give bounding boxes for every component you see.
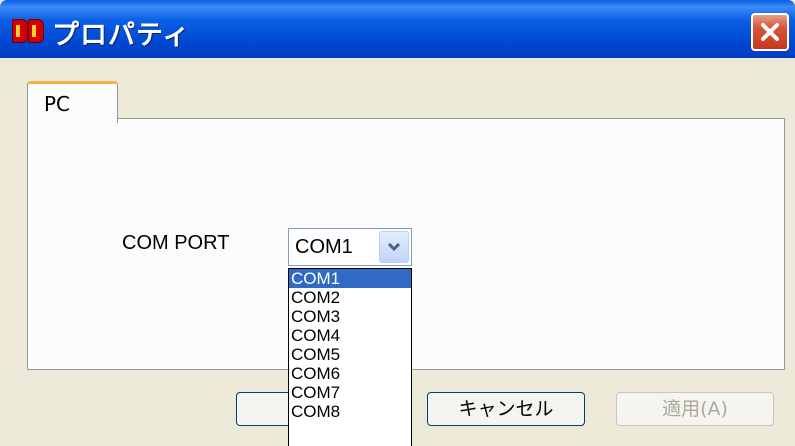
com-port-value: COM1 — [295, 236, 353, 258]
tab-pc[interactable]: PC — [27, 81, 118, 123]
com-port-label: COM PORT — [122, 232, 230, 254]
app-logo-icon — [12, 19, 44, 43]
dropdown-option[interactable]: COM2 — [289, 288, 411, 307]
ok-button[interactable] — [236, 392, 296, 426]
properties-dialog: プロパティ PC COM PORT COM1 COM1 COM2 COM3 CO… — [0, 0, 795, 446]
dropdown-option[interactable]: COM7 — [289, 383, 411, 402]
chevron-down-icon — [387, 242, 401, 252]
tab-label: PC — [44, 92, 71, 116]
com-port-select[interactable]: COM1 — [288, 228, 412, 266]
dropdown-option[interactable]: COM4 — [289, 326, 411, 345]
dropdown-button[interactable] — [379, 231, 409, 263]
dropdown-option[interactable]: COM3 — [289, 307, 411, 326]
window-title: プロパティ — [52, 20, 191, 51]
com-port-dropdown-list[interactable]: COM1 COM2 COM3 COM4 COM5 COM6 COM7 COM8 — [288, 268, 412, 446]
dropdown-option[interactable]: COM6 — [289, 364, 411, 383]
dropdown-option[interactable]: COM5 — [289, 345, 411, 364]
title-bar[interactable]: プロパティ — [0, 0, 795, 58]
close-icon — [761, 23, 779, 41]
apply-button[interactable]: 適用(A) — [616, 392, 774, 426]
dropdown-option[interactable]: COM1 — [289, 269, 411, 288]
dropdown-option[interactable]: COM8 — [289, 402, 411, 421]
close-button[interactable] — [751, 13, 789, 51]
cancel-button[interactable]: キャンセル — [427, 392, 585, 426]
